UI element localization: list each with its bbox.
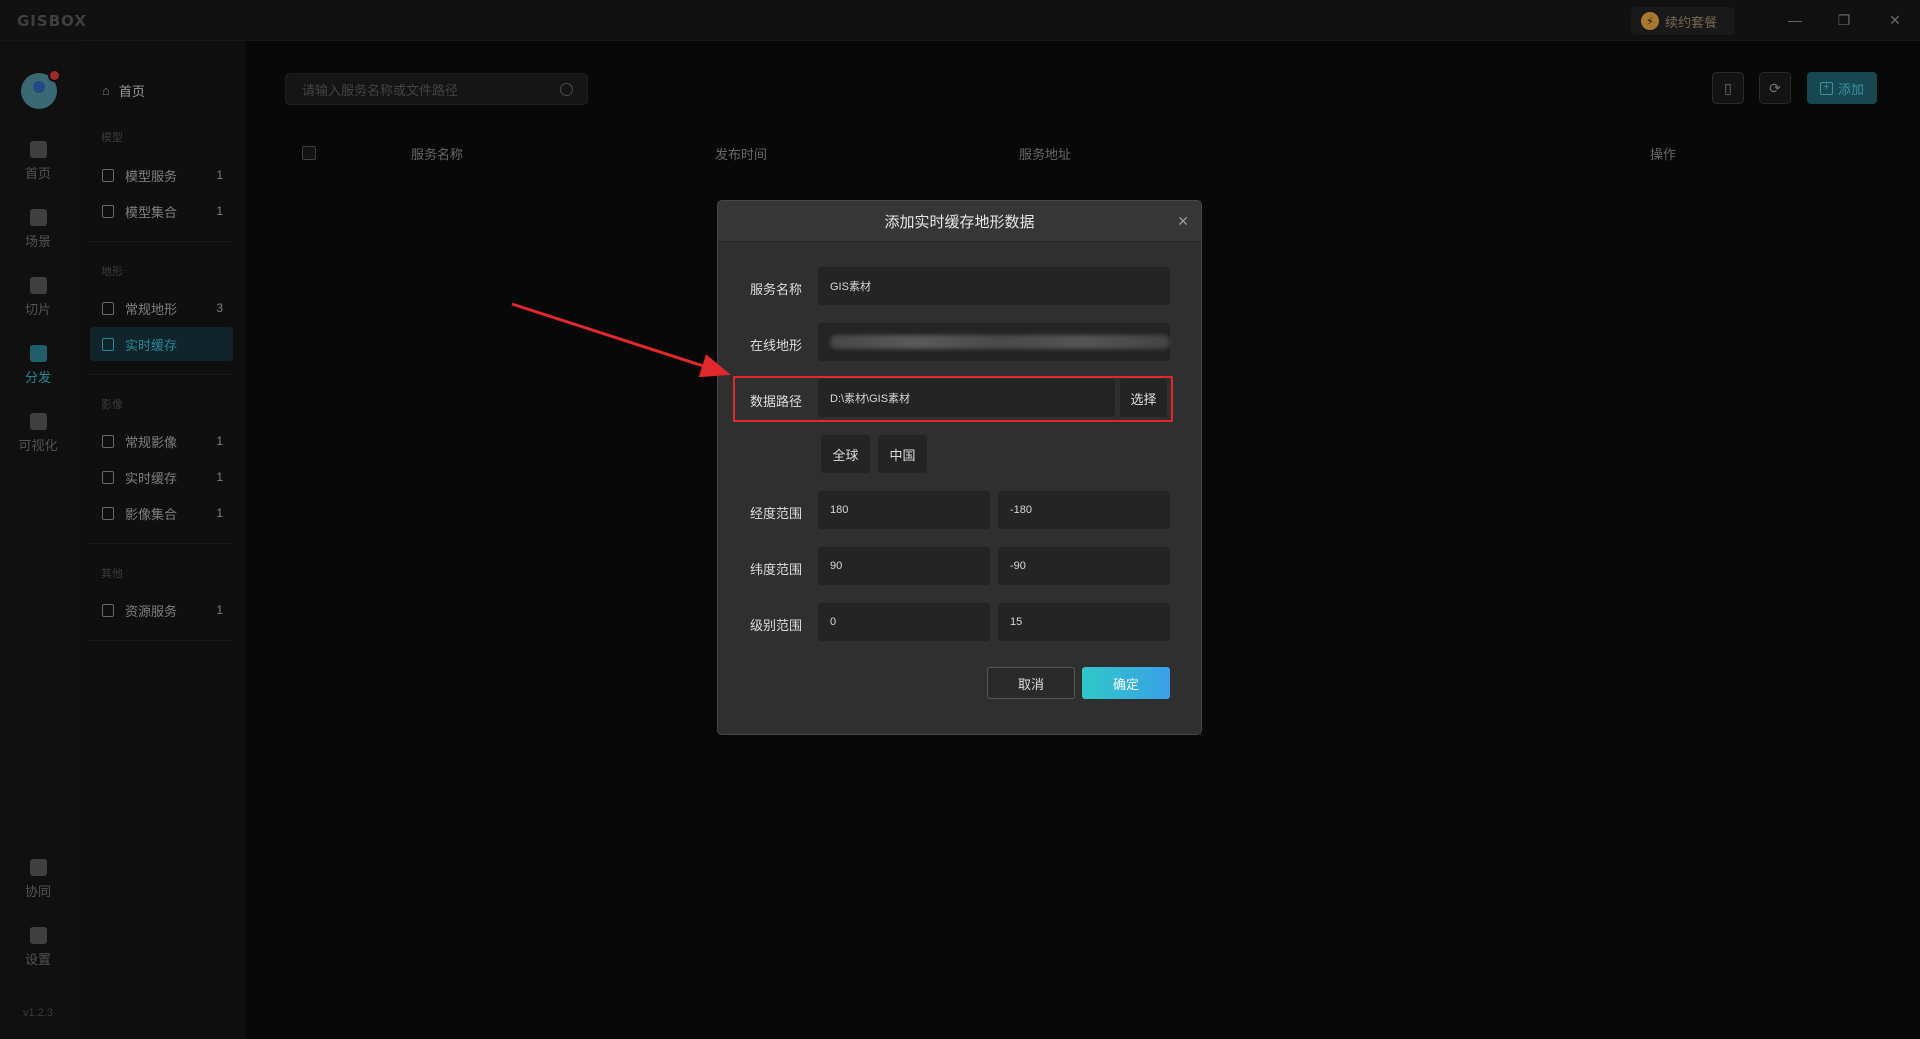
level-min-input[interactable]: 0: [818, 603, 990, 641]
longitude-label: 经度范围: [750, 506, 803, 521]
longitude-min-input[interactable]: 180: [818, 491, 990, 529]
level-max-value: 15: [1010, 616, 1023, 628]
level-min-value: 0: [830, 616, 837, 628]
preset-global-label: 全球: [832, 447, 859, 463]
blurred-url: [830, 335, 1170, 349]
latitude-min-value: 90: [830, 560, 843, 572]
cancel-label: 取消: [1017, 676, 1044, 692]
latitude-max-input[interactable]: -90: [998, 547, 1170, 585]
latitude-label: 纬度范围: [750, 562, 803, 577]
online-terrain-label: 在线地形: [750, 338, 803, 353]
preset-global-button[interactable]: 全球: [821, 435, 870, 473]
longitude-min-value: 180: [830, 504, 849, 516]
longitude-max-input[interactable]: -180: [998, 491, 1170, 529]
dialog-title: 添加实时缓存地形数据: [884, 213, 1035, 231]
close-icon[interactable]: ✕: [1177, 213, 1189, 230]
service-name-label: 服务名称: [750, 282, 803, 297]
service-name-input[interactable]: GIS素材: [818, 267, 1170, 305]
level-max-input[interactable]: 15: [998, 603, 1170, 641]
dialog-header: 添加实时缓存地形数据 ✕: [718, 201, 1201, 242]
annotation-highlight-box: [733, 376, 1173, 422]
longitude-max-value: -180: [1010, 504, 1033, 516]
preset-china-button[interactable]: 中国: [878, 435, 927, 473]
latitude-max-value: -90: [1010, 560, 1026, 572]
preset-china-label: 中国: [889, 447, 916, 463]
cancel-button[interactable]: 取消: [987, 667, 1075, 699]
add-terrain-cache-dialog: 添加实时缓存地形数据 ✕ 服务名称 GIS素材 在线地形 数据路径 D:\素材\…: [717, 200, 1202, 735]
confirm-label: 确定: [1112, 676, 1139, 692]
online-terrain-input[interactable]: [818, 323, 1170, 361]
level-label: 级别范围: [750, 618, 803, 633]
service-name-value: GIS素材: [830, 281, 871, 293]
latitude-min-input[interactable]: 90: [818, 547, 990, 585]
confirm-button[interactable]: 确定: [1082, 667, 1170, 699]
